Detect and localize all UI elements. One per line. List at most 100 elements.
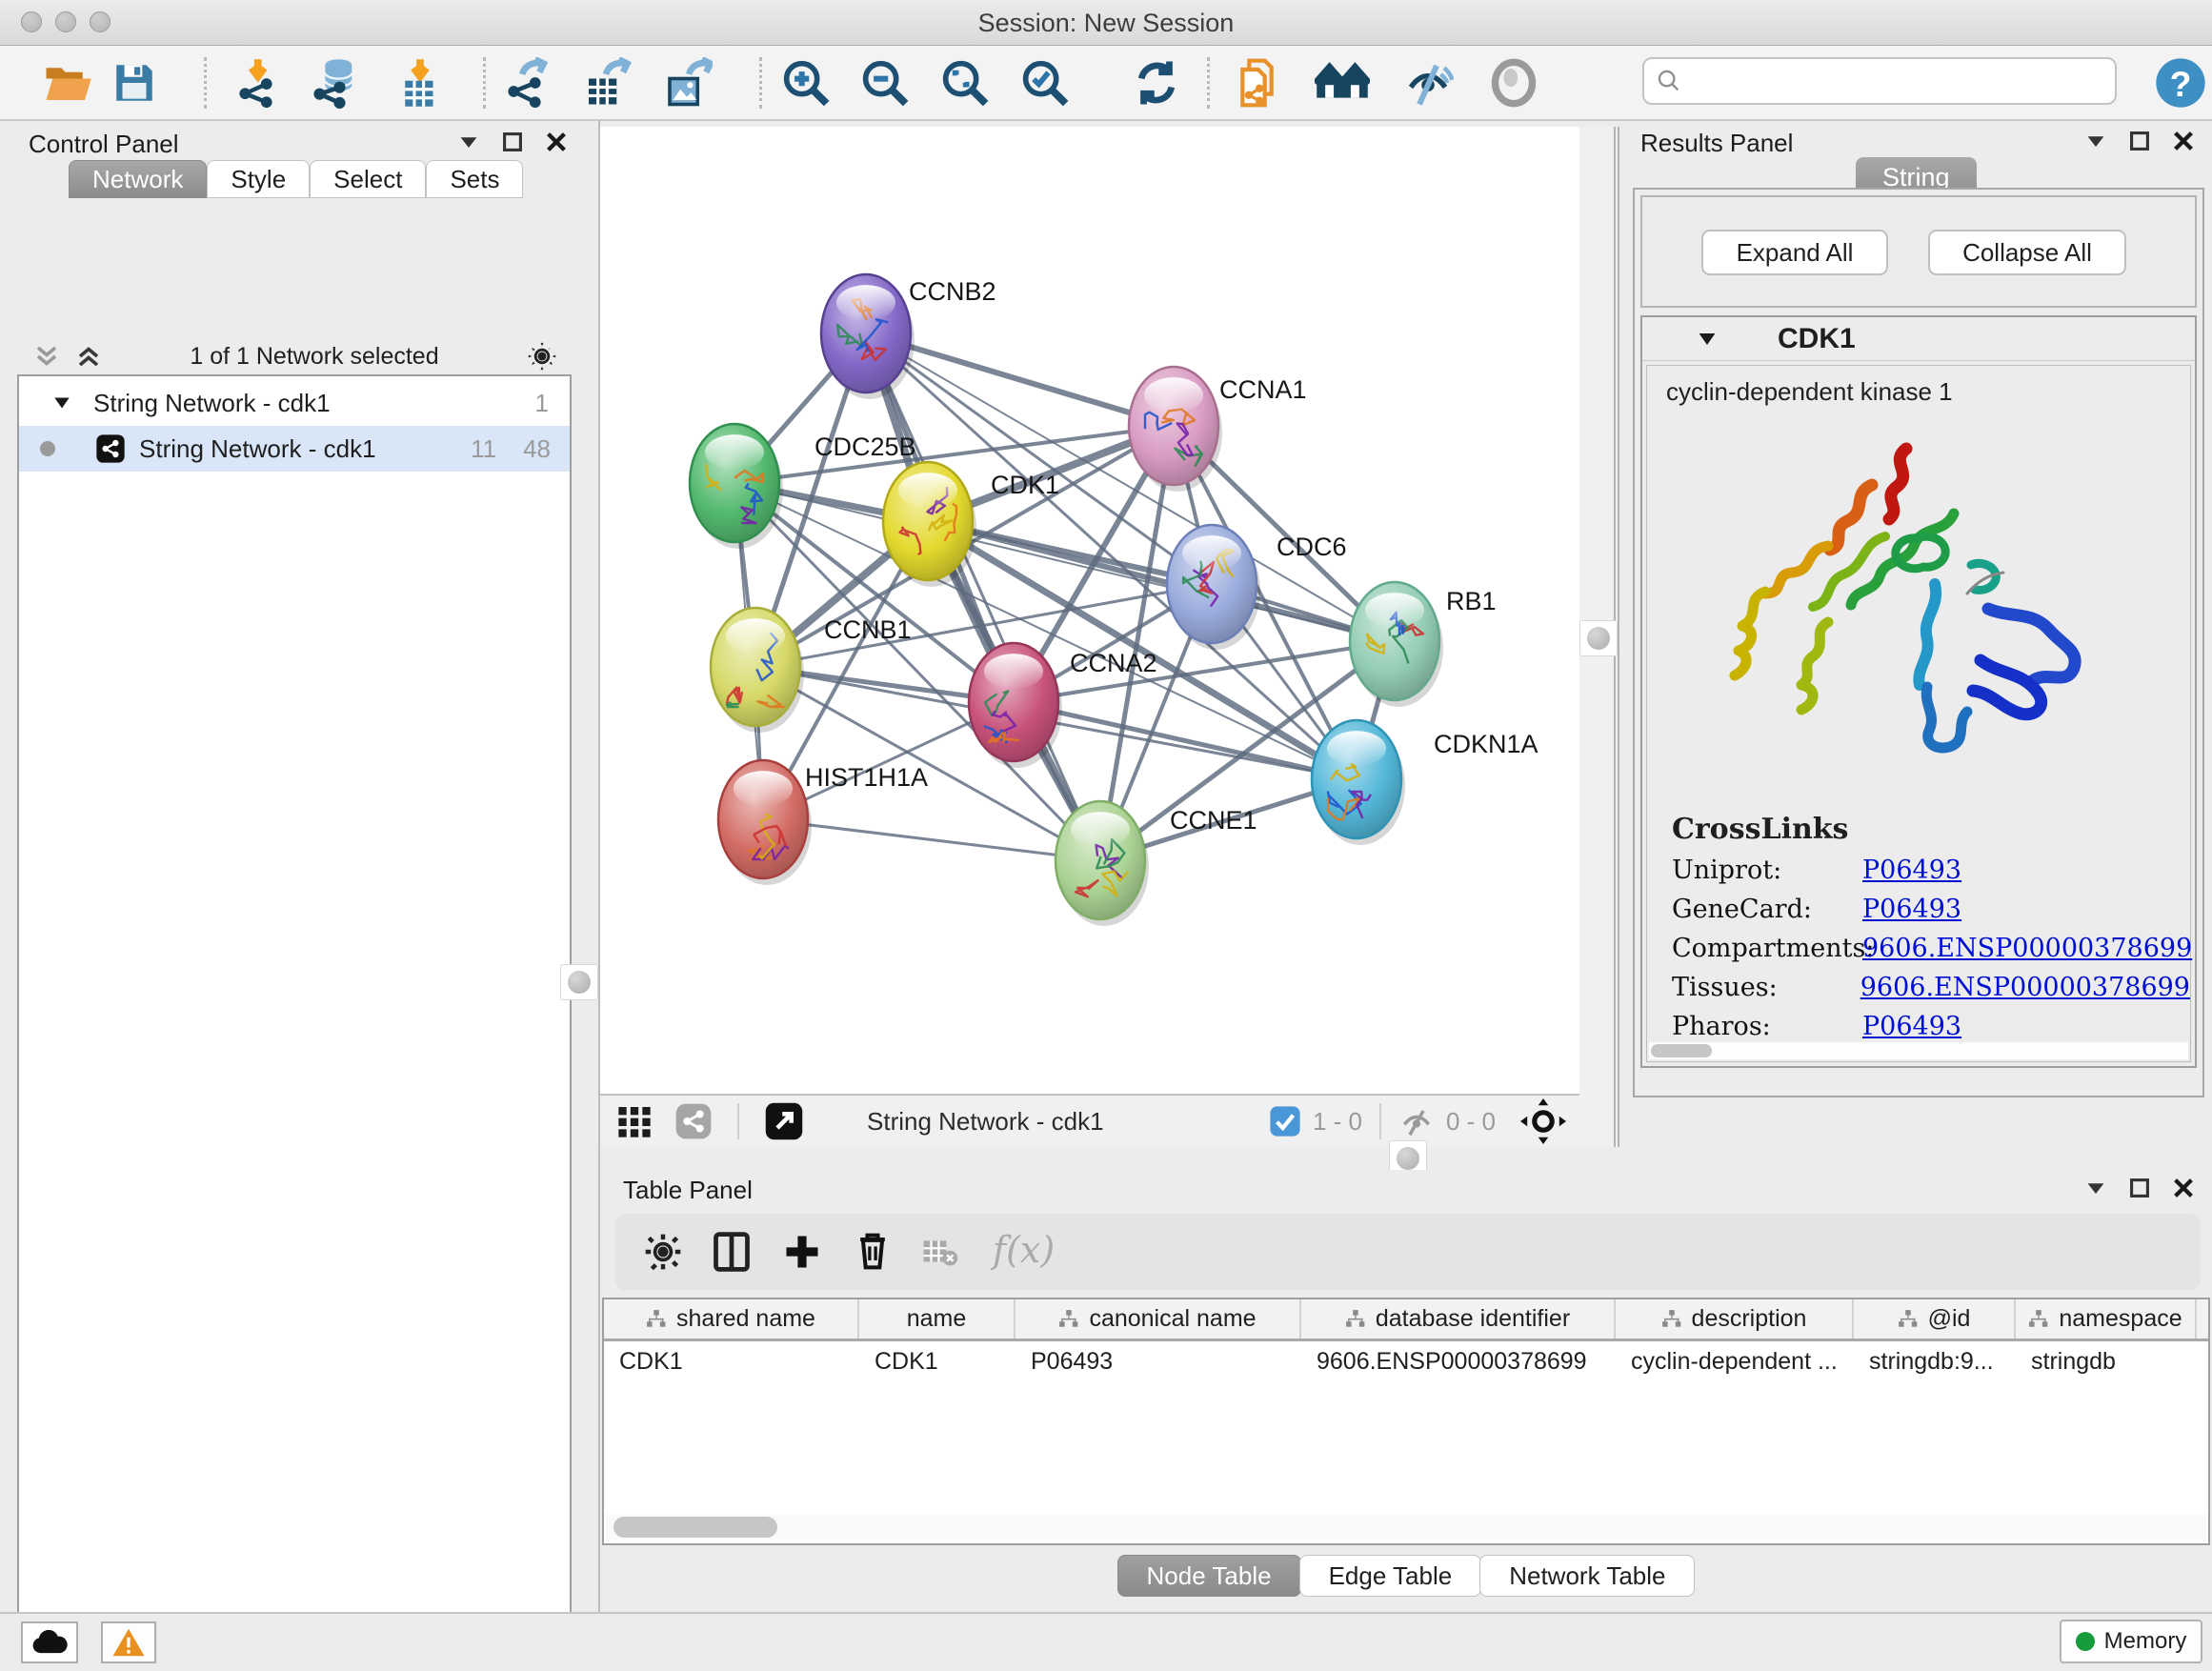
table-hscrollbar-thumb[interactable]	[613, 1517, 777, 1538]
table-gear-icon[interactable]	[642, 1231, 684, 1273]
collapse-triangle-icon[interactable]	[51, 393, 72, 413]
right-splitter-handle[interactable]	[1579, 620, 1618, 656]
zoom-selected-button[interactable]	[1016, 53, 1075, 112]
section-collapse-icon[interactable]	[1696, 328, 1719, 351]
crosslink-label: GeneCard:	[1672, 895, 1862, 924]
left-splitter-handle[interactable]	[560, 964, 598, 1000]
clone-network-button[interactable]	[1231, 53, 1290, 112]
results-hscrollbar-thumb[interactable]	[1651, 1044, 1712, 1057]
tab-sets[interactable]: Sets	[426, 160, 523, 198]
gene-section-header[interactable]: CDK1	[1642, 317, 2195, 361]
toolbar-search-field[interactable]	[1642, 57, 2117, 105]
hide-graphics-details-button[interactable]	[1398, 53, 1458, 112]
table-cell[interactable]: 9606.ENSP00000378699	[1301, 1348, 1616, 1376]
cloud-button[interactable]	[21, 1621, 78, 1663]
table-cell[interactable]: cyclin-dependent ...	[1616, 1348, 1854, 1376]
table-row[interactable]: CDK1CDK1P064939606.ENSP00000378699cyclin…	[604, 1341, 2208, 1381]
save-session-button[interactable]	[105, 53, 164, 112]
panel-close-icon[interactable]	[2172, 1177, 2195, 1199]
tab-network-table[interactable]: Network Table	[1479, 1555, 1695, 1597]
crosslink-link[interactable]: 9606.ENSP00000378699	[1862, 934, 2192, 963]
refresh-button[interactable]	[1127, 53, 1186, 112]
tab-edge-table[interactable]: Edge Table	[1299, 1555, 1482, 1597]
crosslink-link[interactable]: P06493	[1862, 856, 1961, 885]
warnings-button[interactable]	[101, 1621, 156, 1663]
network-list: String Network - cdk1 1 String Network -…	[17, 374, 572, 1671]
results-hscrollbar[interactable]	[1649, 1042, 2188, 1059]
network-collection-row[interactable]: String Network - cdk1 1	[19, 380, 570, 426]
export-table-button[interactable]	[576, 53, 635, 112]
network-options-gear-icon[interactable]	[526, 340, 558, 372]
import-network-from-database-button[interactable]	[307, 53, 366, 112]
import-table-button[interactable]	[391, 53, 450, 112]
select-columns-icon[interactable]	[711, 1231, 753, 1273]
expand-all-button[interactable]: Expand All	[1701, 230, 1888, 275]
network-row-selected[interactable]: String Network - cdk1 11 48	[19, 426, 570, 472]
panel-menu-icon[interactable]	[2084, 1177, 2107, 1199]
table-hscrollbar[interactable]	[606, 1515, 2206, 1540]
import-network-button[interactable]	[231, 53, 290, 112]
collapse-all-icon[interactable]	[32, 342, 61, 371]
tab-node-table[interactable]: Node Table	[1117, 1555, 1301, 1597]
network-node-RB1[interactable]: RB1	[1350, 582, 1497, 707]
hidden-eye-icon[interactable]	[1398, 1103, 1435, 1139]
search-input[interactable]	[1682, 67, 2092, 95]
expand-all-icon[interactable]	[74, 342, 103, 371]
tab-style[interactable]: Style	[207, 160, 310, 198]
network-node-HIST1H1A[interactable]: HIST1H1A	[718, 760, 928, 885]
delete-column-icon[interactable]	[852, 1229, 894, 1271]
crosslink-link[interactable]: P06493	[1862, 1012, 1961, 1041]
right-splitter[interactable]	[1579, 127, 1619, 1147]
panel-menu-icon[interactable]	[2084, 130, 2107, 152]
export-network-button[interactable]	[499, 53, 558, 112]
panel-close-icon[interactable]	[545, 131, 568, 153]
panel-float-icon[interactable]	[2128, 1177, 2151, 1199]
network-node-CDKN1A[interactable]: CDKN1A	[1312, 720, 1538, 845]
add-column-icon[interactable]	[781, 1231, 823, 1273]
column-header-@id[interactable]: @id	[1854, 1299, 2016, 1339]
zoom-out-button[interactable]	[855, 53, 915, 112]
column-header-namespace[interactable]: namespace	[2016, 1299, 2197, 1339]
network-node-CDC6[interactable]: CDC6	[1167, 525, 1347, 650]
horizontal-splitter[interactable]	[600, 1147, 2212, 1170]
zoom-in-button[interactable]	[776, 53, 835, 112]
table-cell[interactable]: CDK1	[859, 1348, 1016, 1376]
network-edge-CCNA2-CDKN1A[interactable]	[1014, 702, 1357, 779]
crosslink-link[interactable]: P06493	[1862, 895, 1961, 924]
column-header-name[interactable]: name	[859, 1299, 1016, 1339]
panel-float-icon[interactable]	[501, 131, 524, 153]
network-node-CCNA1[interactable]: CCNA1	[1129, 367, 1307, 492]
home-button[interactable]	[1313, 53, 1372, 112]
crosslink-link[interactable]: 9606.ENSP00000378699	[1860, 973, 2190, 1002]
table-cell[interactable]: stringdb:9...	[1854, 1348, 2016, 1376]
help-button[interactable]: ?	[2151, 53, 2210, 112]
collapse-all-button[interactable]: Collapse All	[1928, 230, 2126, 275]
tab-select[interactable]: Select	[310, 160, 426, 198]
open-session-button[interactable]	[38, 53, 97, 112]
selected-checkbox-icon[interactable]	[1269, 1105, 1301, 1137]
column-header-description[interactable]: description	[1616, 1299, 1854, 1339]
level-of-detail-button[interactable]	[1484, 53, 1543, 112]
column-header-database-identifier[interactable]: database identifier	[1301, 1299, 1616, 1339]
panel-close-icon[interactable]	[2172, 130, 2195, 152]
zoom-fit-button[interactable]	[935, 53, 995, 112]
panel-float-icon[interactable]	[2128, 130, 2151, 152]
network-node-CCNB1[interactable]: CCNB1	[711, 608, 912, 733]
network-canvas[interactable]: CCNB2CCNA1CDC25BCDK1CDC6RB1CCNB1CCNA2CDK…	[600, 127, 1579, 1094]
column-header-shared-name[interactable]: shared name	[604, 1299, 859, 1339]
tab-network[interactable]: Network	[69, 160, 207, 198]
detach-view-icon[interactable]	[764, 1101, 804, 1141]
node-label-HIST1H1A: HIST1H1A	[805, 763, 928, 792]
share-view-icon[interactable]	[674, 1102, 713, 1140]
network-node-CCNB2[interactable]: CCNB2	[821, 274, 996, 399]
birdseye-icon[interactable]	[1520, 1098, 1566, 1144]
table-cell[interactable]: P06493	[1016, 1348, 1301, 1376]
table-cell[interactable]: stringdb	[2016, 1348, 2197, 1376]
panel-menu-icon[interactable]	[457, 131, 480, 153]
column-header-canonical-name[interactable]: canonical name	[1016, 1299, 1301, 1339]
grid-icon[interactable]	[615, 1102, 654, 1140]
export-image-button[interactable]	[657, 53, 716, 112]
network-edge-CCNE1-HIST1H1A[interactable]	[763, 819, 1100, 860]
memory-button[interactable]: Memory	[2060, 1620, 2202, 1663]
table-cell[interactable]: CDK1	[604, 1348, 859, 1376]
